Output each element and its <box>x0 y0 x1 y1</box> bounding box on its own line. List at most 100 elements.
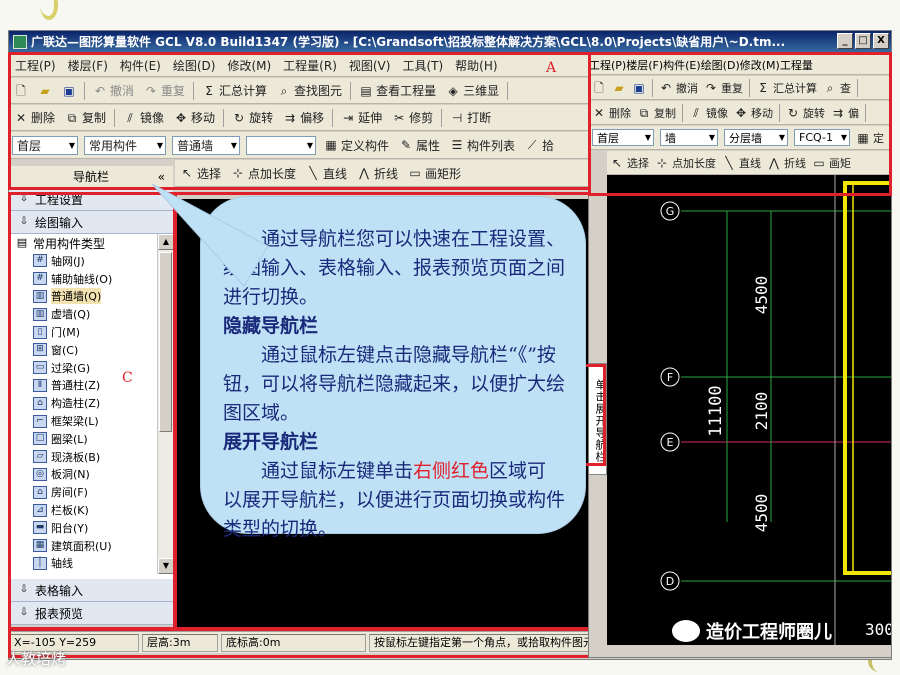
tree-item[interactable]: ⌂ 房间(F) <box>9 483 173 501</box>
tree-item[interactable]: ⊞ 窗(C) <box>9 341 173 359</box>
tree-item[interactable]: ⌐ 框架梁(L) <box>9 412 173 430</box>
floor-select[interactable]: 常用构件 ▼ <box>84 135 166 155</box>
line-button[interactable]: ╲ 直线 <box>719 155 764 171</box>
tree-item[interactable]: ▦ 建筑面积(U) <box>9 537 173 555</box>
rect-button[interactable]: ▭ 画矩形 <box>403 165 466 182</box>
copy-button[interactable]: ⧉ 复制 <box>60 109 111 126</box>
copy-button[interactable]: ⧉ 复制 <box>634 105 679 121</box>
component-select[interactable]: 首层 ▼ <box>592 129 654 146</box>
expand-nav-tab[interactable]: 单击展开导航栏 <box>589 363 607 475</box>
move-button[interactable]: ✥ 移动 <box>731 105 776 121</box>
toolbar-label: 属性 <box>416 138 441 153</box>
tree-item[interactable]: ▬ 阳台(Y) <box>9 519 173 537</box>
tree-item[interactable]: ◎ 板洞(N) <box>9 466 173 484</box>
menu-item[interactable]: 帮助(H) <box>449 57 503 74</box>
menu-item[interactable]: 绘图(D) <box>701 57 740 73</box>
delete-button[interactable]: ✕ 删除 <box>589 105 634 121</box>
menu-item[interactable]: 视图(V) <box>343 57 397 74</box>
close-button[interactable]: X <box>873 33 889 49</box>
offset-button[interactable]: ⇉ 偏移 <box>278 109 329 126</box>
point-length-button[interactable]: ⊹ 点加长度 <box>652 155 719 171</box>
select-button[interactable]: ↖ 选择 <box>607 155 652 171</box>
inset-drawing-canvas[interactable]: G F E D 4500 2100 4500 11100 300 <box>607 175 891 645</box>
nav-section-item[interactable]: ⇩ 表格输入 <box>9 579 173 602</box>
combo-value: 常用构件 <box>89 138 138 153</box>
inset-save-button[interactable]: ▣ <box>629 81 649 95</box>
redo-button[interactable]: ↷ 重复 <box>139 82 190 99</box>
extend-button[interactable]: ⇥ 延伸 <box>336 109 387 126</box>
new-file-button[interactable]: 🗋 <box>9 84 33 98</box>
undo-button[interactable]: ↶ 撤消 <box>88 82 139 99</box>
floor-select[interactable]: ▼ <box>246 135 316 155</box>
move-button[interactable]: ✥ 移动 <box>169 109 220 126</box>
tree-item[interactable]: ▯ 门(M) <box>9 323 173 341</box>
separator <box>350 81 352 100</box>
floor-select[interactable]: 首层 ▼ <box>12 135 78 155</box>
save-button[interactable]: ▣ <box>57 84 81 98</box>
menu-item[interactable]: 工具(T) <box>396 57 449 74</box>
sigma-button[interactable]: Σ 汇总计算 <box>197 82 272 99</box>
sigma-button[interactable]: Σ 汇总计算 <box>753 80 820 96</box>
menu-item[interactable]: 修改(M) <box>221 57 277 74</box>
rotate-button[interactable]: ↻ 旋转 <box>783 105 828 121</box>
menu-item[interactable]: 构件(E) <box>663 57 701 73</box>
toolbar-label: 偏移 <box>300 111 325 125</box>
define-button[interactable]: ▦ 定义构件 <box>319 137 394 154</box>
property-button[interactable]: ✎ 属性 <box>394 137 445 154</box>
polyline-button[interactable]: ⋀ 折线 <box>764 155 809 171</box>
delete-button[interactable]: ✕ 删除 <box>9 109 60 126</box>
undo-button[interactable]: ↶ 撤消 <box>656 80 701 96</box>
tree-item-label: 普通墙(Q) <box>51 288 102 305</box>
nav-section-item[interactable]: ⇩ 报表预览 <box>9 602 173 625</box>
maximize-button[interactable]: □ <box>855 33 871 49</box>
find-button[interactable]: ⌕ 查找图元 <box>272 82 347 99</box>
tree-item[interactable]: ▥ 虚墙(Q) <box>9 305 173 323</box>
toolbar-label: 删除 <box>31 111 56 125</box>
polyline-button[interactable]: ⋀ 折线 <box>352 165 403 182</box>
standard-toolbar: 🗋 ▰ ▣ ↶ 撤消 ↷ 重复 Σ 汇总计算 ⌕ 查找图元 ▤ 查看工程量 ◈ 三维显 <box>9 78 589 104</box>
tree-item[interactable]: □ 圈梁(L) <box>9 430 173 448</box>
tree-item[interactable]: ▱ 现浇板(B) <box>9 448 173 466</box>
menu-item[interactable]: 工程(P) <box>589 57 626 73</box>
tree-item[interactable]: ⊿ 栏板(K) <box>9 501 173 519</box>
chevron-down-icon: ▼ <box>778 133 785 142</box>
trim-button[interactable]: ✂ 修剪 <box>387 109 438 126</box>
line-button[interactable]: ╲ 直线 <box>301 165 352 182</box>
component-select[interactable]: FCQ-1 ▼ <box>794 129 850 146</box>
mirror-button[interactable]: ⫽ 镜像 <box>118 109 169 126</box>
menu-item[interactable]: 楼层(F) <box>62 57 114 74</box>
redo-button[interactable]: ↷ 重复 <box>701 80 746 96</box>
menu-item[interactable]: 工程量(R) <box>277 57 343 74</box>
define-button[interactable]: ▦ 定 <box>853 130 887 146</box>
floor-select[interactable]: 普通墙 ▼ <box>172 135 240 155</box>
tree-item[interactable]: ▭ 过梁(G) <box>9 359 173 377</box>
menu-item[interactable]: 工程量 <box>780 57 813 73</box>
offset-button[interactable]: ⇉ 偏 <box>828 105 862 121</box>
menu-item[interactable]: 绘图(D) <box>167 57 222 74</box>
minimize-button[interactable]: _ <box>837 33 853 49</box>
open-file-button[interactable]: ▰ <box>33 84 57 98</box>
tree-item[interactable]: │ 轴线 <box>9 555 173 573</box>
rect-button[interactable]: ▭ 画矩 <box>809 155 854 171</box>
tree-item[interactable]: ⌂ 构造柱(Z) <box>9 394 173 412</box>
list-button[interactable]: ☰ 构件列表 <box>445 137 520 154</box>
inset-new-file-button[interactable]: 🗋 <box>589 81 609 95</box>
find-button[interactable]: ⌕ 查 <box>820 80 854 96</box>
scroll-down-icon[interactable]: ▼ <box>158 558 173 574</box>
3d-button[interactable]: ◈ 三维显 <box>441 82 504 99</box>
menu-item[interactable]: 修改(M) <box>740 57 780 73</box>
inset-open-file-button[interactable]: ▰ <box>609 81 629 95</box>
component-select[interactable]: 分层墙 ▼ <box>724 129 788 146</box>
rotate-button[interactable]: ↻ 旋转 <box>227 109 278 126</box>
component-select[interactable]: 墙 ▼ <box>660 129 718 146</box>
view-quantity-button[interactable]: ▤ 查看工程量 <box>354 82 441 99</box>
menu-item[interactable]: 构件(E) <box>114 57 167 74</box>
break-button[interactable]: ⊣ 打断 <box>445 109 496 126</box>
menu-item[interactable]: 楼层(F) <box>626 57 663 73</box>
point-length-button[interactable]: ⊹ 点加长度 <box>226 165 301 182</box>
pick-button[interactable]: ⟋ 拾 <box>520 137 559 154</box>
tree-item[interactable]: Ⅱ 普通柱(Z) <box>9 377 173 395</box>
menu-item[interactable]: 工程(P) <box>9 57 62 74</box>
select-button[interactable]: ↖ 选择 <box>175 165 226 182</box>
mirror-button[interactable]: ⫽ 镜像 <box>686 105 731 121</box>
